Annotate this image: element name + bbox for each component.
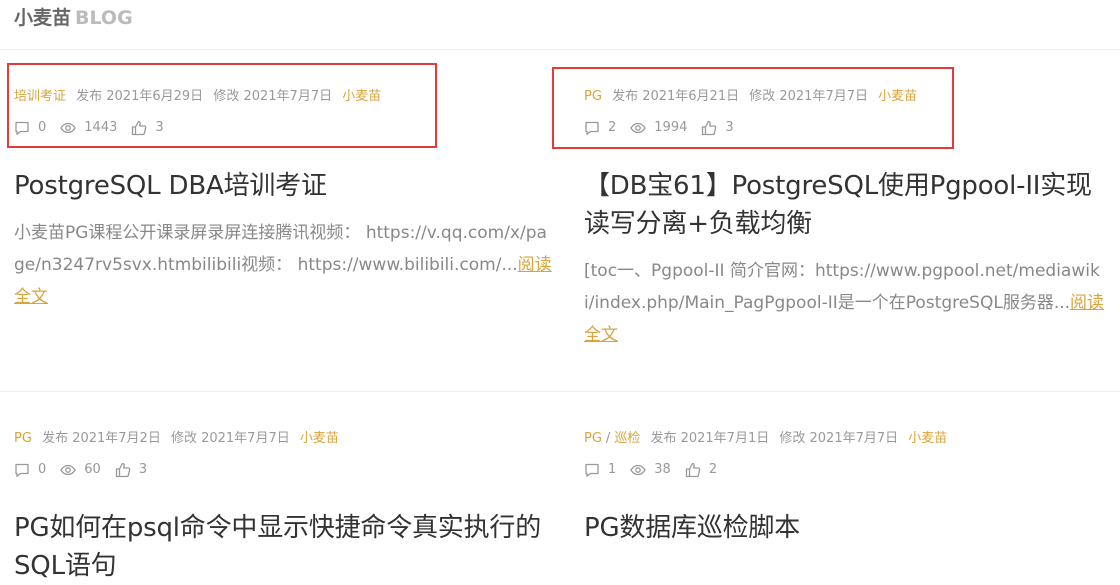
like-count[interactable]: 3 xyxy=(115,461,147,479)
post-category-link[interactable]: PG xyxy=(584,431,602,446)
thumbs-up-icon xyxy=(685,462,701,478)
thumbs-up-icon xyxy=(115,462,131,478)
view-count: 60 xyxy=(60,461,101,479)
view-count-value: 60 xyxy=(84,462,101,477)
post-card: PG 发布 2021年7月2日 修改 2021年7月7日 小麦苗 0 60 3 … xyxy=(14,430,554,585)
post-excerpt: 小麦苗PG课程公开课录屏录屏连接腾讯视频： https://v.qq.com/x… xyxy=(14,217,554,313)
comment-count-value: 0 xyxy=(38,462,47,477)
site-header: 小麦苗 BLOG xyxy=(0,0,1120,50)
like-count[interactable]: 2 xyxy=(685,461,717,479)
comment-icon xyxy=(585,463,599,477)
eye-icon xyxy=(60,464,77,476)
post-title[interactable]: PG如何在psql命令中显示快捷命令真实执行的SQL语句 xyxy=(14,509,554,585)
comment-count[interactable]: 1 xyxy=(584,461,616,479)
view-count: 38 xyxy=(630,461,671,479)
brand-name: 小麦苗 xyxy=(14,7,72,29)
comment-count[interactable]: 0 xyxy=(14,461,46,479)
post-meta: PG 发布 2021年7月2日 修改 2021年7月7日 小麦苗 xyxy=(14,430,554,448)
post-stats: 1 38 2 xyxy=(584,461,1109,479)
post-excerpt-text: [toc一、Pgpool-II 简介官网：https://www.pgpool.… xyxy=(584,261,1100,313)
eye-icon xyxy=(630,464,647,476)
post-category-link[interactable]: 巡检 xyxy=(614,431,640,446)
annotation-highlight-box xyxy=(7,63,437,148)
row-divider xyxy=(0,391,1120,392)
post-author-link[interactable]: 小麦苗 xyxy=(300,431,339,446)
comment-count-value: 1 xyxy=(608,462,617,477)
annotation-highlight-box xyxy=(552,67,954,149)
view-count-value: 38 xyxy=(654,462,671,477)
comment-icon xyxy=(15,463,29,477)
post-stats: 0 60 3 xyxy=(14,461,554,479)
post-published-date: 发布 2021年7月1日 xyxy=(650,431,770,446)
post-category-link[interactable]: PG xyxy=(14,431,32,446)
category-separator: / xyxy=(605,431,611,446)
site-brand[interactable]: 小麦苗 BLOG xyxy=(14,6,133,30)
post-card: PG / 巡检 发布 2021年7月1日 修改 2021年7月7日 小麦苗 1 38… xyxy=(584,430,1109,547)
post-meta: PG / 巡检 发布 2021年7月1日 修改 2021年7月7日 小麦苗 xyxy=(584,430,1109,448)
post-title[interactable]: PostgreSQL DBA培训考证 xyxy=(14,167,554,205)
post-excerpt: [toc一、Pgpool-II 简介官网：https://www.pgpool.… xyxy=(584,255,1109,351)
post-author-link[interactable]: 小麦苗 xyxy=(908,431,947,446)
post-excerpt-text: 小麦苗PG课程公开课录屏录屏连接腾讯视频： https://v.qq.com/x… xyxy=(14,223,547,275)
post-modified-date: 修改 2021年7月7日 xyxy=(170,431,290,446)
post-title[interactable]: 【DB宝61】PostgreSQL使用Pgpool-II实现读写分离+负载均衡 xyxy=(584,167,1109,243)
post-modified-date: 修改 2021年7月7日 xyxy=(779,431,899,446)
like-count-value: 2 xyxy=(708,462,718,477)
brand-subtitle: BLOG xyxy=(75,7,133,29)
post-published-date: 发布 2021年7月2日 xyxy=(42,431,161,446)
post-title[interactable]: PG数据库巡检脚本 xyxy=(584,509,1109,547)
like-count-value: 3 xyxy=(138,462,148,477)
